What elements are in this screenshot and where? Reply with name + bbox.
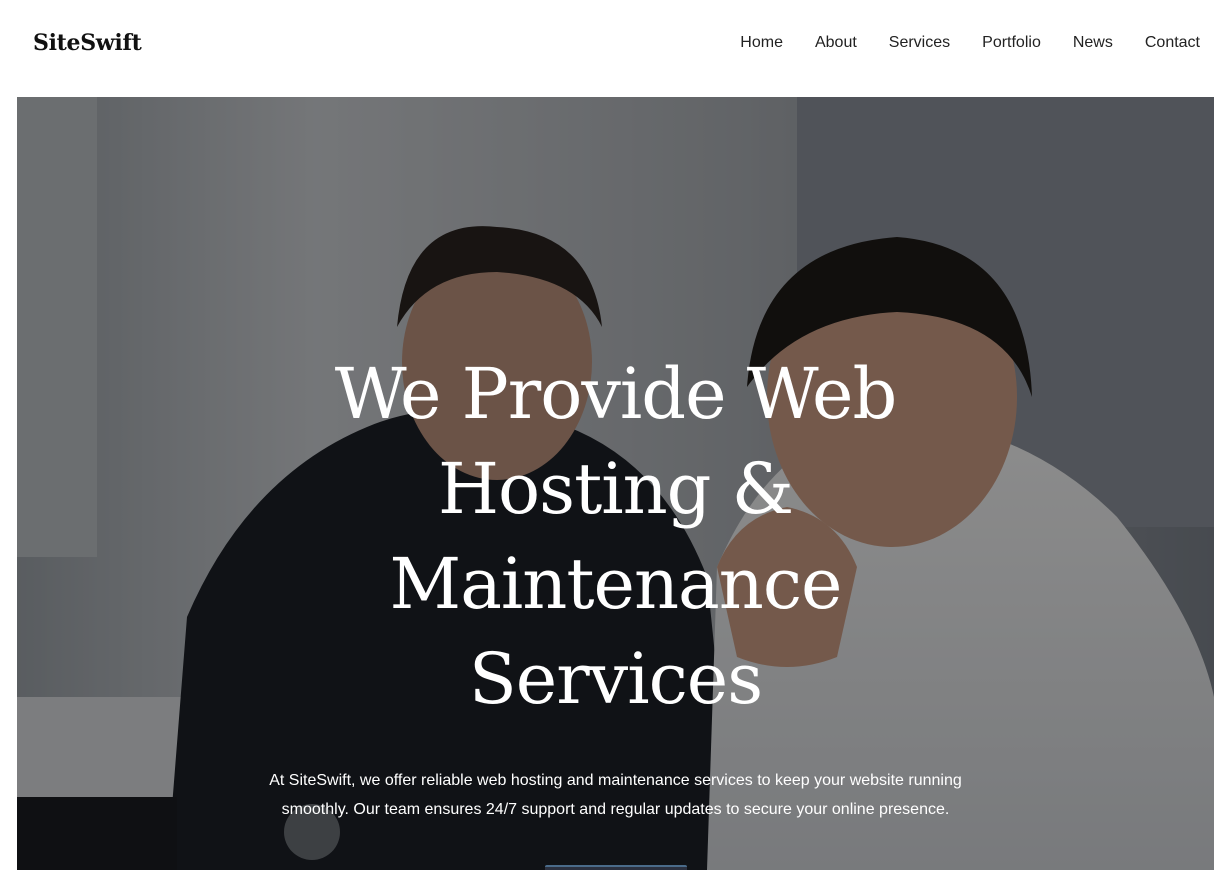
nav-contact[interactable]: Contact [1145, 34, 1200, 52]
hero-title: We Provide Web Hosting & Maintenance Ser… [17, 347, 1214, 727]
hero-title-line-2: Hosting & [437, 448, 794, 530]
hero-cta-button[interactable] [545, 865, 687, 870]
site-header: SiteSwift Home About Services Portfolio … [0, 0, 1214, 97]
nav-home[interactable]: Home [740, 34, 783, 52]
nav-about[interactable]: About [815, 34, 857, 52]
hero-title-line-4: Services [468, 638, 763, 720]
nav-news[interactable]: News [1073, 34, 1113, 52]
site-logo[interactable]: SiteSwift [33, 30, 142, 56]
nav-portfolio[interactable]: Portfolio [982, 34, 1041, 52]
hero-title-line-1: We Provide Web [334, 353, 898, 435]
hero-section: We Provide Web Hosting & Maintenance Ser… [17, 97, 1214, 870]
main-nav: Home About Services Portfolio News Conta… [740, 34, 1200, 52]
hero-title-line-3: Maintenance [389, 543, 843, 625]
hero-description: At SiteSwift, we offer reliable web host… [269, 772, 962, 818]
nav-services[interactable]: Services [889, 34, 950, 52]
